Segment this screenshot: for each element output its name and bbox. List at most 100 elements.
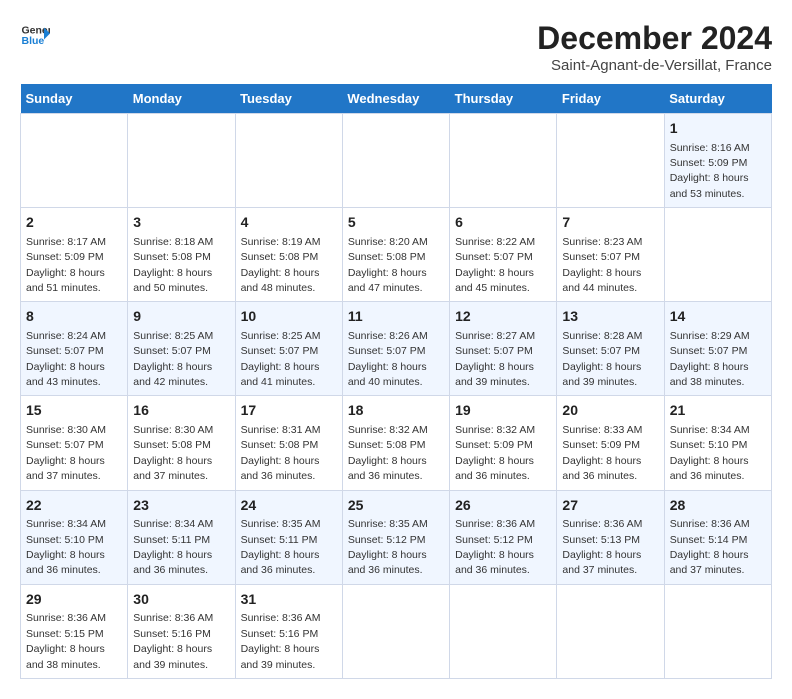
calendar-cell: 18Sunrise: 8:32 AMSunset: 5:08 PMDayligh… bbox=[342, 396, 449, 490]
daylight-info: Daylight: 8 hours and 37 minutes. bbox=[562, 549, 641, 576]
sunrise-info: Sunrise: 8:34 AM bbox=[133, 518, 213, 530]
day-number: 1 bbox=[670, 119, 766, 139]
sunrise-info: Sunrise: 8:25 AM bbox=[133, 330, 213, 342]
calendar-cell: 30Sunrise: 8:36 AMSunset: 5:16 PMDayligh… bbox=[128, 584, 235, 678]
sunset-info: Sunset: 5:07 PM bbox=[455, 345, 533, 357]
sunset-info: Sunset: 5:09 PM bbox=[455, 439, 533, 451]
daylight-info: Daylight: 8 hours and 36 minutes. bbox=[241, 549, 320, 576]
calendar-cell: 20Sunrise: 8:33 AMSunset: 5:09 PMDayligh… bbox=[557, 396, 664, 490]
subtitle: Saint-Agnant-de-Versillat, France bbox=[537, 57, 772, 74]
calendar-cell: 23 Sunrise: 8:34 AM Sunset: 5:11 PM Dayligh… bbox=[128, 490, 235, 584]
sunset-info: Sunset: 5:08 PM bbox=[348, 439, 426, 451]
calendar-row: 22Sunrise: 8:34 AMSunset: 5:10 PMDayligh… bbox=[21, 490, 772, 584]
calendar-cell bbox=[235, 114, 342, 208]
calendar-cell: 7Sunrise: 8:23 AMSunset: 5:07 PMDaylight… bbox=[557, 208, 664, 302]
column-header-thursday: Thursday bbox=[450, 84, 557, 114]
sunrise-info: Sunrise: 8:17 AM bbox=[26, 236, 106, 248]
daylight-info: Daylight: 8 hours and 50 minutes. bbox=[133, 267, 212, 294]
calendar-cell bbox=[342, 584, 449, 678]
main-title: December 2024 bbox=[537, 20, 772, 57]
sunrise-info: Sunrise: 8:34 AM bbox=[26, 518, 106, 530]
daylight-info: Daylight: 8 hours and 36 minutes. bbox=[562, 455, 641, 482]
calendar-cell: 9Sunrise: 8:25 AMSunset: 5:07 PMDaylight… bbox=[128, 302, 235, 396]
sunrise-info: Sunrise: 8:36 AM bbox=[133, 612, 213, 624]
day-number: 27 bbox=[562, 496, 658, 516]
day-number: 23 bbox=[133, 496, 229, 516]
calendar-cell bbox=[664, 584, 771, 678]
calendar-cell: 31Sunrise: 8:36 AMSunset: 5:16 PMDayligh… bbox=[235, 584, 342, 678]
day-number: 18 bbox=[348, 401, 444, 421]
sunset-info: Sunset: 5:07 PM bbox=[670, 345, 748, 357]
calendar-cell bbox=[450, 584, 557, 678]
day-number: 7 bbox=[562, 213, 658, 233]
sunrise-info: Sunrise: 8:36 AM bbox=[26, 612, 106, 624]
calendar-row: 1Sunrise: 8:16 AMSunset: 5:09 PMDaylight… bbox=[21, 114, 772, 208]
sunset-info: Sunset: 5:09 PM bbox=[670, 157, 748, 169]
svg-text:Blue: Blue bbox=[22, 35, 45, 47]
daylight-info: Daylight: 8 hours and 44 minutes. bbox=[562, 267, 641, 294]
sunrise-info: Sunrise: 8:32 AM bbox=[348, 424, 428, 436]
daylight-info: Daylight: 8 hours and 36 minutes. bbox=[26, 549, 105, 576]
calendar-row: 2 Sunrise: 8:17 AM Sunset: 5:09 PM Daylight… bbox=[21, 208, 772, 302]
daylight-info: Daylight: 8 hours and 36 minutes. bbox=[241, 455, 320, 482]
sunset-info: Sunset: 5:08 PM bbox=[241, 439, 319, 451]
daylight-info: Daylight: 8 hours and 38 minutes. bbox=[26, 643, 105, 670]
calendar-cell: 11Sunrise: 8:26 AMSunset: 5:07 PMDayligh… bbox=[342, 302, 449, 396]
daylight-info: Daylight: 8 hours and 39 minutes. bbox=[562, 361, 641, 388]
sunset-info: Sunset: 5:11 PM bbox=[241, 534, 318, 546]
calendar-cell: 22Sunrise: 8:34 AMSunset: 5:10 PMDayligh… bbox=[21, 490, 128, 584]
day-number: 19 bbox=[455, 401, 551, 421]
daylight-info: Daylight: 8 hours and 38 minutes. bbox=[670, 361, 749, 388]
page-header: General Blue December 2024 Saint-Agnant-… bbox=[20, 20, 772, 74]
day-number: 8 bbox=[26, 307, 122, 327]
sunrise-info: Sunrise: 8:35 AM bbox=[241, 518, 321, 530]
calendar-cell: 1Sunrise: 8:16 AMSunset: 5:09 PMDaylight… bbox=[664, 114, 771, 208]
calendar-cell: 28Sunrise: 8:36 AMSunset: 5:14 PMDayligh… bbox=[664, 490, 771, 584]
day-number: 29 bbox=[26, 590, 122, 610]
day-number: 25 bbox=[348, 496, 444, 516]
daylight-info: Daylight: 8 hours and 39 minutes. bbox=[133, 643, 212, 670]
column-header-tuesday: Tuesday bbox=[235, 84, 342, 114]
day-number: 24 bbox=[241, 496, 337, 516]
calendar-cell: 25Sunrise: 8:35 AMSunset: 5:12 PMDayligh… bbox=[342, 490, 449, 584]
calendar-cell: 3 Sunrise: 8:18 AM Sunset: 5:08 PM Daylight… bbox=[128, 208, 235, 302]
calendar-cell bbox=[128, 114, 235, 208]
day-number: 14 bbox=[670, 307, 766, 327]
sunrise-info: Sunrise: 8:27 AM bbox=[455, 330, 535, 342]
daylight-info: Daylight: 8 hours and 36 minutes. bbox=[348, 549, 427, 576]
sunset-info: Sunset: 5:08 PM bbox=[133, 251, 211, 263]
day-number: 11 bbox=[348, 307, 444, 327]
calendar-cell: 21Sunrise: 8:34 AMSunset: 5:10 PMDayligh… bbox=[664, 396, 771, 490]
daylight-info: Daylight: 8 hours and 51 minutes. bbox=[26, 267, 105, 294]
calendar-cell: 14Sunrise: 8:29 AMSunset: 5:07 PMDayligh… bbox=[664, 302, 771, 396]
calendar-cell: 29Sunrise: 8:36 AMSunset: 5:15 PMDayligh… bbox=[21, 584, 128, 678]
calendar-cell bbox=[664, 208, 771, 302]
day-number: 9 bbox=[133, 307, 229, 327]
daylight-info: Daylight: 8 hours and 37 minutes. bbox=[133, 455, 212, 482]
column-header-wednesday: Wednesday bbox=[342, 84, 449, 114]
sunrise-info: Sunrise: 8:22 AM bbox=[455, 236, 535, 248]
day-number: 2 bbox=[26, 213, 122, 233]
day-number: 12 bbox=[455, 307, 551, 327]
day-number: 3 bbox=[133, 213, 229, 233]
daylight-info: Daylight: 8 hours and 42 minutes. bbox=[133, 361, 212, 388]
daylight-info: Daylight: 8 hours and 36 minutes. bbox=[133, 549, 212, 576]
header-row: SundayMondayTuesdayWednesdayThursdayFrid… bbox=[21, 84, 772, 114]
sunrise-info: Sunrise: 8:26 AM bbox=[348, 330, 428, 342]
calendar-cell: 16Sunrise: 8:30 AMSunset: 5:08 PMDayligh… bbox=[128, 396, 235, 490]
sunrise-info: Sunrise: 8:18 AM bbox=[133, 236, 213, 248]
calendar-cell: 6Sunrise: 8:22 AMSunset: 5:07 PMDaylight… bbox=[450, 208, 557, 302]
daylight-info: Daylight: 8 hours and 37 minutes. bbox=[26, 455, 105, 482]
sunrise-info: Sunrise: 8:35 AM bbox=[348, 518, 428, 530]
sunset-info: Sunset: 5:09 PM bbox=[26, 251, 104, 263]
sunset-info: Sunset: 5:09 PM bbox=[562, 439, 640, 451]
sunset-info: Sunset: 5:08 PM bbox=[241, 251, 319, 263]
sunset-info: Sunset: 5:11 PM bbox=[133, 534, 210, 546]
column-header-saturday: Saturday bbox=[664, 84, 771, 114]
day-number: 16 bbox=[133, 401, 229, 421]
calendar-cell: 19Sunrise: 8:32 AMSunset: 5:09 PMDayligh… bbox=[450, 396, 557, 490]
daylight-info: Daylight: 8 hours and 36 minutes. bbox=[455, 455, 534, 482]
day-number: 5 bbox=[348, 213, 444, 233]
sunset-info: Sunset: 5:10 PM bbox=[670, 439, 748, 451]
calendar-cell bbox=[21, 114, 128, 208]
